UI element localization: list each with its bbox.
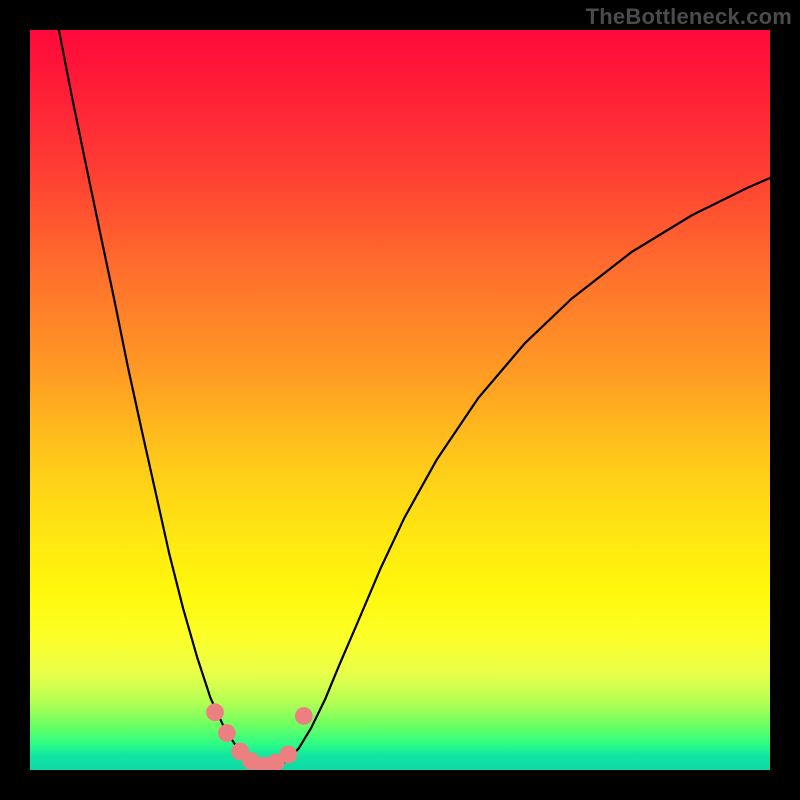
highlight-dot: [218, 724, 236, 742]
curve-layer: [30, 30, 770, 770]
curve-path: [59, 30, 770, 770]
chart-frame: TheBottleneck.com: [0, 0, 800, 800]
plot-area: [30, 30, 770, 770]
attribution-text: TheBottleneck.com: [586, 4, 792, 30]
highlight-dot: [206, 703, 224, 721]
highlight-dots: [206, 703, 313, 770]
highlight-dot: [279, 746, 297, 764]
highlight-dot: [295, 707, 313, 725]
